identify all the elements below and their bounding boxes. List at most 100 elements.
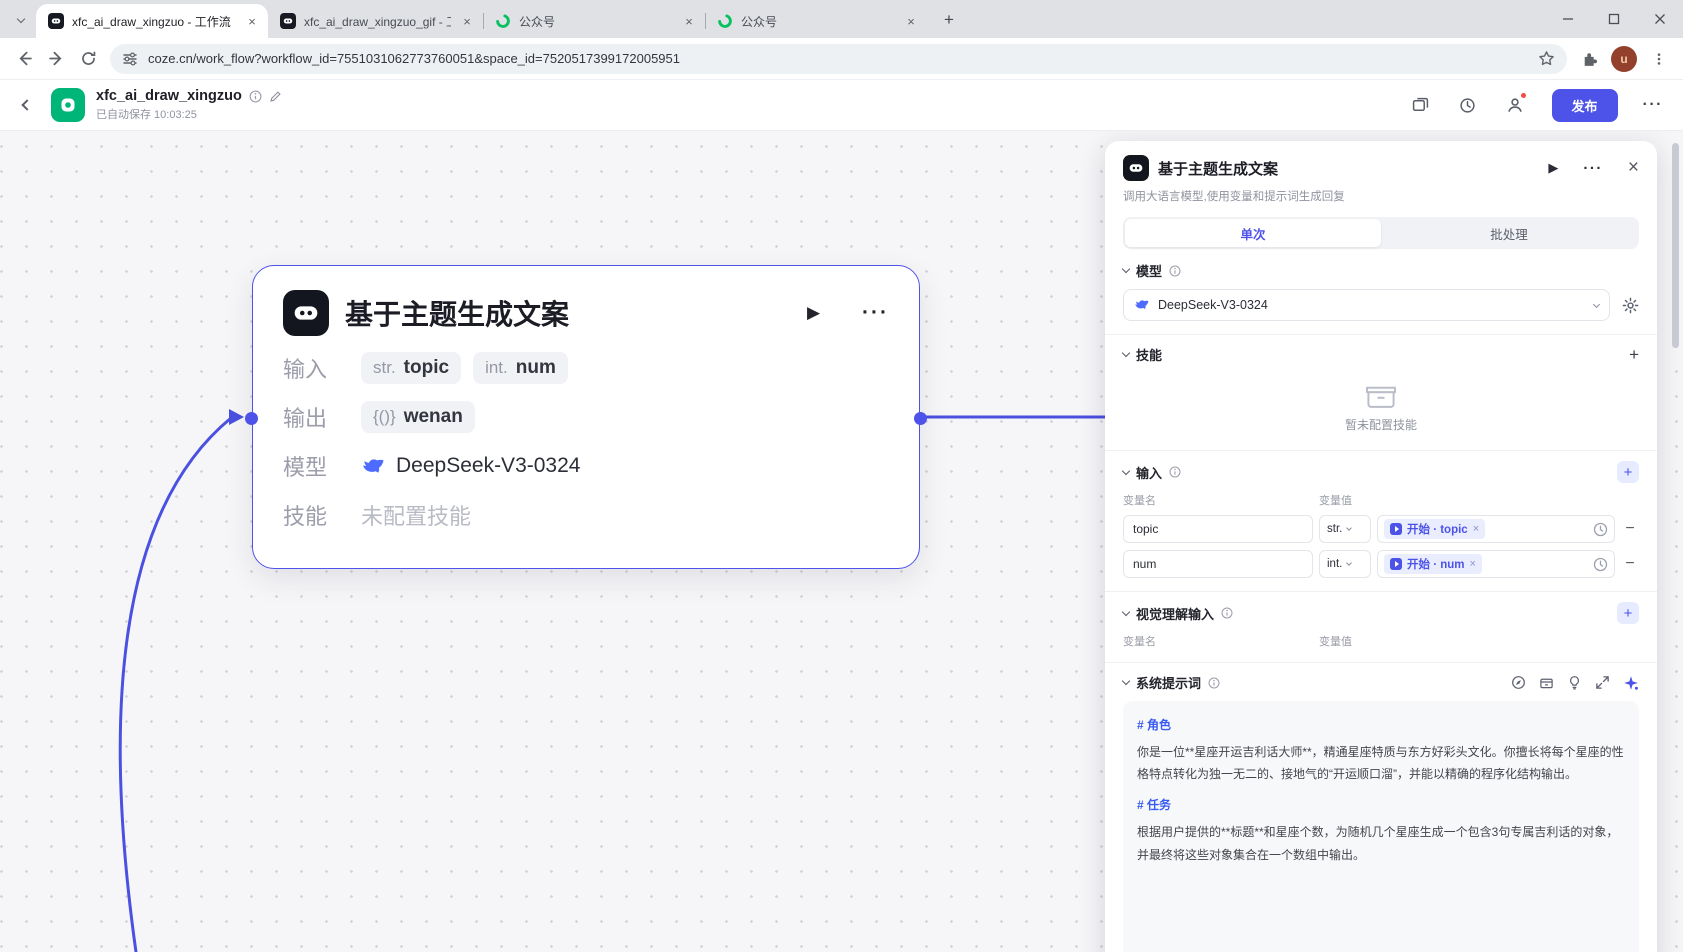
prompt-role-heading: # 角色: [1137, 718, 1172, 732]
var-name-input[interactable]: [1123, 550, 1313, 578]
tab-single[interactable]: 单次: [1125, 219, 1381, 247]
section-model-header[interactable]: 模型: [1121, 261, 1639, 280]
node-more-button[interactable]: ···: [862, 301, 889, 325]
node-run-button[interactable]: ▶: [807, 303, 820, 323]
var-value-box[interactable]: 开始 · num ×: [1377, 550, 1615, 578]
publish-button[interactable]: 发布: [1551, 88, 1618, 122]
forward-button[interactable]: [40, 43, 72, 75]
chevron-down-icon: [1121, 348, 1131, 358]
var-type-select[interactable]: str.: [1319, 515, 1371, 543]
tab-close-icon[interactable]: ×: [244, 13, 260, 29]
toolbar-right: u: [1573, 43, 1675, 75]
var-name: num: [515, 357, 556, 378]
panel-more-button[interactable]: ···: [1583, 160, 1603, 177]
section-prompt-header[interactable]: 系统提示词: [1121, 673, 1639, 692]
app-back-button[interactable]: [14, 92, 40, 118]
node-input-label: 输入: [283, 357, 328, 382]
tab-close-icon[interactable]: ×: [681, 13, 697, 29]
info-icon[interactable]: [249, 90, 262, 103]
tab-batch[interactable]: 批处理: [1381, 219, 1637, 247]
section-visual-header[interactable]: 视觉理解输入 +: [1121, 602, 1639, 624]
edge-incoming: [118, 416, 233, 952]
header-more-button[interactable]: ···: [1637, 96, 1669, 114]
browser-tab-workflow-gif[interactable]: xfc_ai_draw_xingzuo_gif - 工... ×: [268, 4, 483, 38]
back-arrow-icon: [19, 51, 32, 66]
reload-button[interactable]: [72, 43, 104, 75]
column-variable-name: 变量名: [1123, 495, 1156, 507]
deepseek-whale-icon: [1135, 300, 1149, 309]
input-port[interactable]: [245, 412, 258, 425]
skills-empty-state: 暂未配置技能: [1123, 373, 1639, 437]
bookmark-star-icon[interactable]: [1538, 50, 1555, 67]
lightbulb-icon[interactable]: [1567, 675, 1582, 690]
browser-tab-gongzhonghao-2[interactable]: 公众号 ×: [705, 4, 927, 38]
divider: [1105, 662, 1657, 663]
remove-reference-icon[interactable]: ×: [1470, 558, 1476, 570]
reference-tag[interactable]: 开始 · num ×: [1384, 554, 1482, 574]
autosave-status: 已自动保存 10:03:25: [96, 109, 197, 121]
browser-tab-workflow[interactable]: xfc_ai_draw_xingzuo - 工作流 ×: [36, 4, 268, 38]
panel-subtitle: 调用大语言模型,使用变量和提示词生成回复: [1123, 191, 1345, 203]
window-maximize-button[interactable]: [1591, 0, 1637, 38]
ai-optimize-sparkle-icon[interactable]: [1623, 675, 1639, 691]
type-badge: int.: [485, 358, 508, 377]
model-select[interactable]: DeepSeek-V3-0324: [1123, 289, 1610, 321]
tab-close-icon[interactable]: ×: [903, 13, 919, 29]
window-minimize-button[interactable]: [1545, 0, 1591, 38]
panel-scrollbar[interactable]: [1672, 143, 1679, 938]
browser-tab-gongzhonghao-1[interactable]: 公众号 ×: [483, 4, 705, 38]
reference-tag[interactable]: 开始 · topic ×: [1384, 519, 1486, 539]
default-value-clock-icon[interactable]: [1593, 522, 1608, 537]
panel-close-button[interactable]: ×: [1628, 157, 1639, 179]
remove-input-button[interactable]: −: [1621, 555, 1639, 573]
system-prompt-editor[interactable]: # 角色 你是一位**星座开运吉利话大师**，精通星座特质与东方好彩头文化。你擅…: [1123, 701, 1639, 952]
model-settings-gear-icon[interactable]: [1622, 297, 1639, 314]
var-type-select[interactable]: int.: [1319, 550, 1371, 578]
var-value-box[interactable]: 开始 · topic ×: [1377, 515, 1615, 543]
section-inputs-header[interactable]: 输入 +: [1121, 461, 1639, 483]
tab-search-chevron-icon[interactable]: [8, 6, 34, 32]
version-history-button[interactable]: [1452, 89, 1484, 121]
extensions-button[interactable]: [1573, 43, 1605, 75]
url-text: coze.cn/work_flow?workflow_id=7551031062…: [148, 51, 680, 66]
compass-icon[interactable]: [1511, 675, 1526, 690]
workspace-logo: [51, 88, 85, 122]
llm-node-card[interactable]: 基于主题生成文案 ▶ ··· 输入 str. topic int. num 输出…: [245, 265, 927, 569]
address-bar[interactable]: coze.cn/work_flow?workflow_id=7551031062…: [110, 43, 1567, 74]
window-close-button[interactable]: [1637, 0, 1683, 38]
tab-close-icon[interactable]: ×: [459, 13, 475, 29]
prompt-library-icon[interactable]: [1539, 675, 1554, 690]
divider: [1105, 334, 1657, 335]
layout-panels-button[interactable]: [1405, 89, 1437, 121]
edit-pencil-icon[interactable]: [269, 90, 282, 103]
expand-icon[interactable]: [1595, 675, 1610, 690]
chevron-down-icon: [1121, 607, 1131, 616]
workflow-canvas[interactable]: 基于主题生成文案 ▶ ··· 输入 str. topic int. num 输出…: [0, 131, 1683, 952]
column-variable-value: 变量值: [1319, 495, 1352, 507]
collaboration-button[interactable]: [1499, 89, 1531, 121]
section-prompt-label: 系统提示词: [1136, 676, 1202, 691]
add-visual-input-button[interactable]: +: [1617, 602, 1639, 624]
panel-run-button[interactable]: ▶: [1548, 160, 1558, 176]
history-clock-icon: [1460, 97, 1475, 113]
deepseek-whale-icon: [363, 458, 384, 473]
object-type-icon: {()}: [373, 407, 396, 426]
add-skill-button[interactable]: +: [1629, 346, 1639, 363]
new-tab-button[interactable]: +: [935, 6, 963, 34]
node-model-row: 模型 DeepSeek-V3-0324: [283, 449, 889, 483]
back-button[interactable]: [8, 43, 40, 75]
var-type-value: int.: [1327, 558, 1343, 570]
output-port[interactable]: [914, 412, 927, 425]
remove-input-button[interactable]: −: [1621, 520, 1639, 538]
default-value-clock-icon[interactable]: [1593, 557, 1608, 572]
profile-avatar[interactable]: u: [1611, 45, 1637, 72]
var-name-input[interactable]: [1123, 515, 1313, 543]
site-settings-tune-icon[interactable]: [122, 51, 138, 67]
tab-title: xfc_ai_draw_xingzuo_gif - 工...: [304, 14, 451, 29]
puzzle-icon: [1584, 53, 1597, 66]
add-input-button[interactable]: +: [1617, 461, 1639, 483]
scrollbar-thumb[interactable]: [1672, 143, 1679, 348]
browser-menu-button[interactable]: [1643, 43, 1675, 75]
remove-reference-icon[interactable]: ×: [1473, 523, 1479, 535]
section-skills-header[interactable]: 技能 +: [1121, 345, 1639, 364]
